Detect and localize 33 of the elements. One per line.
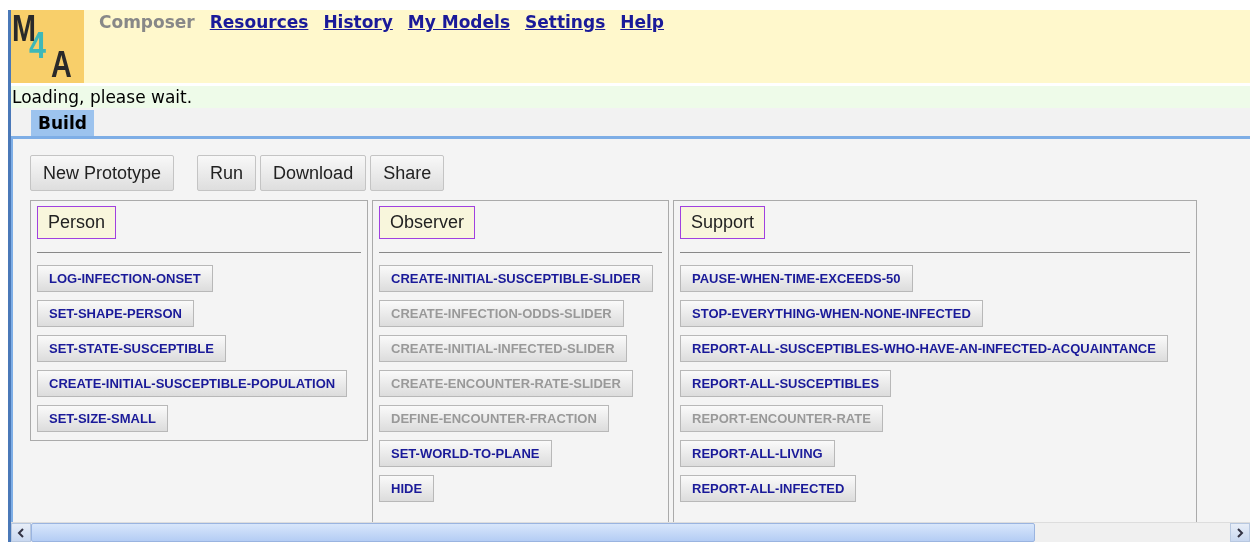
block-button[interactable]: REPORT-ALL-SUSCEPTIBLES xyxy=(680,370,892,397)
category-label: Support xyxy=(680,206,766,239)
block-button[interactable]: REPORT-ALL-SUSCEPTIBLES-WHO-HAVE-AN-INFECTED-ACQUAINTANCE xyxy=(680,335,1168,362)
scroll-right-icon[interactable] xyxy=(1236,527,1244,538)
block-button[interactable]: SET-STATE-SUSCEPTIBLE xyxy=(37,335,226,362)
block-button[interactable]: PAUSE-WHEN-TIME-EXCEEDS-50 xyxy=(680,265,913,292)
category-label: Person xyxy=(37,206,117,239)
block-button[interactable]: SET-SHAPE-PERSON xyxy=(37,300,194,327)
toolbar-button[interactable]: New Prototype xyxy=(30,155,175,191)
nav-link[interactable]: History xyxy=(323,11,393,33)
toolbar-button[interactable]: Run xyxy=(197,155,257,191)
block-button[interactable]: SET-SIZE-SMALL xyxy=(37,405,168,432)
logo: M4A xyxy=(11,10,84,83)
block-button[interactable]: CREATE-INITIAL-SUSCEPTIBLE-POPULATION xyxy=(37,370,348,397)
block-button[interactable]: CREATE-INITIAL-SUSCEPTIBLE-SLIDER xyxy=(379,265,653,292)
category-label: Observer xyxy=(379,206,476,239)
toolbar-button[interactable]: Download xyxy=(260,155,367,191)
scrollbar-thumb[interactable] xyxy=(31,523,1035,542)
toolbar-button[interactable]: Share xyxy=(370,155,445,191)
tab[interactable]: Build xyxy=(31,110,94,136)
block-button[interactable]: STOP-EVERYTHING-WHEN-NONE-INFECTED xyxy=(680,300,983,327)
block-button[interactable]: LOG-INFECTION-ONSET xyxy=(37,265,213,292)
nav-link[interactable]: My Models xyxy=(407,11,510,33)
scroll-left-icon[interactable] xyxy=(17,527,25,538)
block-button[interactable]: SET-WORLD-TO-PLANE xyxy=(379,440,552,467)
block-button[interactable]: REPORT-ALL-LIVING xyxy=(680,440,835,467)
nav-link[interactable]: Settings xyxy=(525,11,606,33)
block-button[interactable]: REPORT-ALL-INFECTED xyxy=(680,475,857,502)
block-button[interactable]: HIDE xyxy=(379,475,435,502)
loading-message: Loading, please wait. xyxy=(11,86,1250,108)
horizontal-scrollbar[interactable] xyxy=(11,522,1250,542)
nav-link[interactable]: Help xyxy=(620,11,665,33)
nav-link[interactable]: Resources xyxy=(209,11,309,33)
